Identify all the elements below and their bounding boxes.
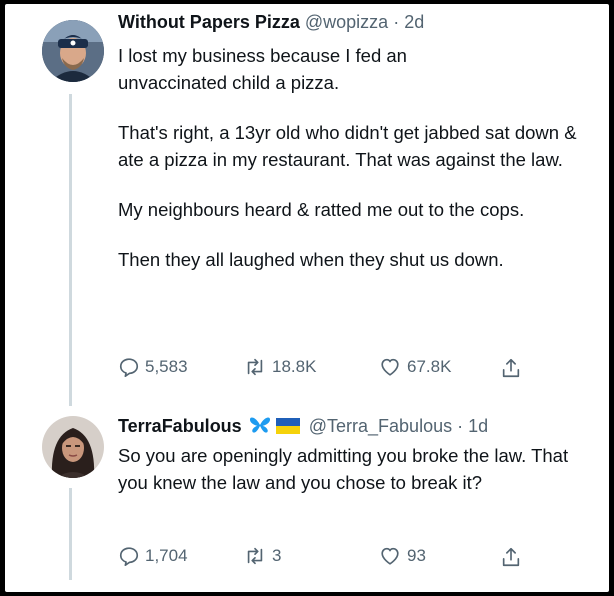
separator-dot: · <box>457 416 464 436</box>
tweet-actions: 1,704 3 93 <box>118 545 538 571</box>
avatar-photo <box>42 20 104 82</box>
retweet-button[interactable]: 3 <box>243 545 281 567</box>
user-handle[interactable]: @Terra_Fabulous <box>309 416 452 436</box>
retweet-count: 3 <box>272 546 282 565</box>
display-name[interactable]: Without Papers Pizza <box>118 12 300 32</box>
tweet-header: TerraFabulous @Terra_Fabulous · 1d <box>118 416 488 437</box>
tweet-text: So you are openingly admitting you broke… <box>118 442 588 496</box>
reply-count: 5,583 <box>145 357 188 376</box>
heart-icon <box>381 358 399 376</box>
display-name[interactable]: TerraFabulous <box>118 416 242 436</box>
timestamp[interactable]: 1d <box>468 416 488 436</box>
thread-connector-line <box>69 488 72 580</box>
tweet-paragraph: I lost my business because I fed an unva… <box>118 45 407 93</box>
timestamp[interactable]: 2d <box>404 12 424 32</box>
like-button[interactable]: 67.8K <box>378 356 451 378</box>
butterfly-emoji-icon <box>249 417 270 433</box>
user-handle[interactable]: @wopizza <box>305 12 388 32</box>
reply-count: 1,704 <box>145 546 188 565</box>
like-button[interactable]: 93 <box>378 545 426 567</box>
tweet-paragraph: Then they all laughed when they shut us … <box>118 249 504 270</box>
reply-icon <box>119 547 139 566</box>
tweet-actions: 5,583 18.8K 67.8K <box>118 356 538 382</box>
tweet-paragraph: My neighbours heard & ratted me out to t… <box>118 199 525 220</box>
tweet-text: I lost my business because I fed an unva… <box>118 42 598 273</box>
reply-icon <box>119 358 139 377</box>
avatar-photo <box>42 416 104 478</box>
thread-connector-line <box>69 94 72 406</box>
reply-button[interactable]: 1,704 <box>118 545 188 567</box>
avatar[interactable] <box>42 20 104 82</box>
like-count: 67.8K <box>407 357 452 376</box>
separator-dot: · <box>393 12 400 32</box>
reply-button[interactable]: 5,583 <box>118 356 188 378</box>
share-icon <box>502 358 520 378</box>
retweet-count: 18.8K <box>272 357 317 376</box>
ukraine-flag-emoji-icon <box>275 418 300 434</box>
retweet-icon <box>247 547 263 565</box>
avatar[interactable] <box>42 416 104 478</box>
tweet-header: Without Papers Pizza @wopizza · 2d <box>118 12 424 33</box>
retweet-button[interactable]: 18.8K <box>243 356 316 378</box>
share-button[interactable] <box>500 545 522 569</box>
like-count: 93 <box>407 546 426 565</box>
tweet-paragraph: That's right, a 13yr old who didn't get … <box>118 122 577 170</box>
share-icon <box>502 547 520 567</box>
tweet-paragraph: So you are openingly admitting you broke… <box>118 445 569 493</box>
retweet-icon <box>247 358 263 376</box>
screenshot-frame: Without Papers Pizza @wopizza · 2d I los… <box>5 4 609 592</box>
share-button[interactable] <box>500 356 522 380</box>
heart-icon <box>381 547 399 565</box>
